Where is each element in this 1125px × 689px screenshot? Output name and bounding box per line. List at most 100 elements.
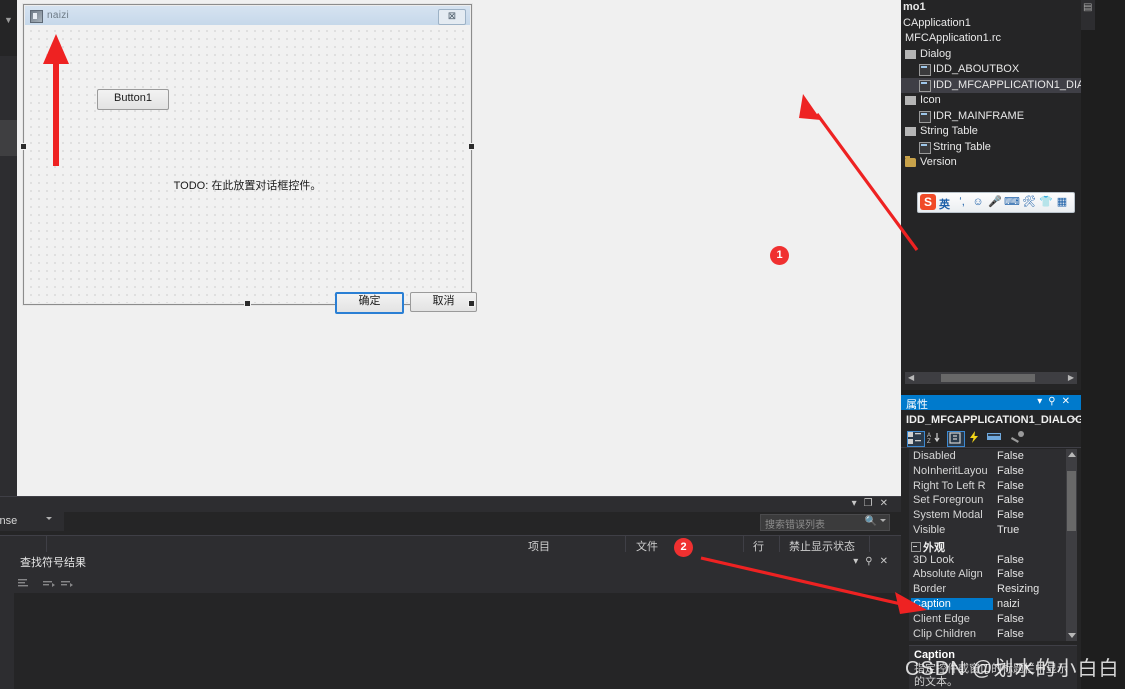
properties-toolbar[interactable]: A Z	[901, 429, 1081, 448]
property-value[interactable]: False	[997, 465, 1024, 477]
property-name[interactable]: 3D Look	[913, 554, 995, 566]
property-value[interactable]: Resizing	[997, 583, 1039, 595]
find-results-tab-row[interactable]: 查找符号结果 ▾⚲✕	[0, 552, 901, 574]
property-row[interactable]: 3D Look False	[909, 553, 1077, 568]
property-value[interactable]: False	[997, 554, 1024, 566]
sogou-logo-icon[interactable]: S	[920, 194, 936, 210]
error-list-filter-tab[interactable]: Sense	[0, 512, 64, 531]
solution-explorer-panel[interactable]: mo1 CApplication1 MFCApplication1.rc Dialog…	[901, 0, 1108, 390]
properties-object-combo[interactable]: IDD_MFCAPPLICATION1_DIALOG	[901, 412, 1084, 429]
property-name[interactable]: Set Foregroun	[913, 494, 995, 506]
tree-item-idr-mainframe[interactable]: IDR_MAINFRAME	[901, 109, 1081, 124]
dialog-todo-static-text[interactable]: TODO: 在此放置对话框控件。	[25, 177, 470, 193]
left-strip-tab[interactable]: ▼	[0, 0, 17, 56]
dialog-client-area[interactable]: Button1 TODO: 在此放置对话框控件。 确定 取消	[25, 25, 477, 314]
column-separator[interactable]	[779, 536, 780, 553]
column-separator[interactable]	[46, 536, 47, 553]
tree-item-capplication1[interactable]: CApplication1	[901, 16, 1081, 31]
find-results-window-buttons[interactable]: ▾⚲✕	[853, 556, 895, 567]
prev-result-icon[interactable]	[42, 578, 55, 589]
apps-icon[interactable]: ▦	[1056, 196, 1068, 208]
events-icon[interactable]	[967, 431, 983, 445]
property-name[interactable]: NoInheritLayou	[913, 465, 995, 477]
error-list-window-buttons[interactable]: ▾❐✕	[852, 498, 895, 509]
property-row[interactable]: Absolute Align False	[909, 567, 1077, 582]
property-row[interactable]: Right To Left R False	[909, 479, 1077, 494]
resize-handle-left[interactable]	[20, 143, 27, 150]
properties-panel[interactable]: 属性 ▾⚲✕ IDD_MFCAPPLICATION1_DIALOG A Z Di…	[901, 395, 1084, 689]
messages-icon[interactable]	[987, 431, 1003, 445]
column-separator[interactable]	[869, 536, 870, 553]
find-results-list[interactable]	[14, 593, 901, 689]
sogou-ime-toolbar[interactable]: S 英 ʻ, ☺ 🎤 ⌨ 🛠 👕 ▦	[917, 192, 1075, 213]
tree-item-mo1[interactable]: mo1	[901, 0, 1081, 15]
dialog-title-bar[interactable]: naizi ⊠	[25, 6, 470, 26]
property-row[interactable]: Clip Children False	[909, 627, 1077, 641]
dialog-close-button[interactable]: ⊠	[438, 9, 466, 25]
property-value[interactable]: False	[997, 509, 1024, 521]
property-row[interactable]: Disabled False	[909, 449, 1077, 464]
dialog-button-button1[interactable]: Button1	[97, 89, 169, 110]
scroll-down-icon[interactable]	[1068, 633, 1076, 638]
column-separator[interactable]	[743, 536, 744, 553]
property-name[interactable]: Caption	[911, 598, 993, 610]
tree-item-idd-aboutbox[interactable]: IDD_ABOUTBOX	[901, 62, 1081, 77]
resize-handle-corner[interactable]	[468, 300, 475, 307]
search-input[interactable]: 搜索错误列表	[765, 516, 825, 531]
scrollbar-thumb[interactable]	[941, 374, 1035, 382]
tree-item-string-table[interactable]: String Table	[901, 124, 1081, 139]
microphone-icon[interactable]: 🎤	[988, 196, 1002, 208]
error-list-panel[interactable]: ▾❐✕ Sense 搜索错误列表 🔍 项目 文件 行 禁止显示状态	[0, 496, 901, 554]
solution-explorer-hscrollbar[interactable]: ◀ ▶	[905, 372, 1077, 384]
property-name[interactable]: Absolute Align	[913, 568, 995, 580]
tree-item-string-table[interactable]: String Table	[901, 140, 1081, 155]
properties-window-buttons[interactable]: ▾⚲✕	[1037, 396, 1076, 407]
tree-item-icon[interactable]: Icon	[901, 93, 1081, 108]
alphabetical-icon[interactable]: A Z	[927, 431, 943, 445]
property-row[interactable]: NoInheritLayou False	[909, 464, 1077, 479]
scroll-up-icon[interactable]	[1068, 452, 1076, 457]
error-list-tab-row[interactable]: ▾❐✕	[0, 497, 901, 512]
chevron-down-icon[interactable]	[880, 519, 886, 522]
error-list-search-box[interactable]: 搜索错误列表 🔍	[760, 514, 890, 531]
toolbox-icon[interactable]: 🛠	[1022, 196, 1036, 208]
tree-item-dialog[interactable]: Dialog	[901, 47, 1081, 62]
skin-icon[interactable]: 👕	[1039, 196, 1053, 208]
property-value[interactable]: False	[997, 568, 1024, 580]
resize-handle-right[interactable]	[468, 143, 475, 150]
properties-title-bar[interactable]: 属性 ▾⚲✕	[901, 395, 1081, 411]
column-separator[interactable]	[625, 536, 626, 553]
tree-item-idd-mfcapplication1-dialog[interactable]: IDD_MFCAPPLICATION1_DIALOG	[901, 77, 1108, 93]
property-name[interactable]: Disabled	[913, 450, 995, 462]
find-results-tab[interactable]: 查找符号结果	[14, 554, 92, 573]
property-value[interactable]: False	[997, 613, 1024, 625]
find-results-toolbar[interactable]	[14, 574, 901, 593]
find-results-panel[interactable]: 查找符号结果 ▾⚲✕	[0, 552, 901, 689]
property-row[interactable]: Caption naizi	[909, 597, 1077, 612]
property-value[interactable]: False	[997, 480, 1024, 492]
property-value[interactable]: False	[997, 450, 1024, 462]
dialog-preview[interactable]: naizi ⊠ Button1 TODO: 在此放置对话框控件。 确定 取消	[23, 4, 477, 314]
chevron-down-icon[interactable]	[46, 517, 52, 520]
property-value[interactable]: False	[997, 628, 1024, 640]
property-row[interactable]: Set Foregroun False	[909, 493, 1077, 508]
property-name[interactable]: Border	[913, 583, 995, 595]
dialog-button-ok[interactable]: 确定	[335, 292, 404, 314]
categorized-icon[interactable]	[907, 431, 925, 447]
keyboard-icon[interactable]: ⌨	[1004, 196, 1020, 208]
property-name[interactable]: Clip Children	[913, 628, 995, 640]
property-name[interactable]: 外观	[923, 539, 1005, 553]
ime-mode-label[interactable]: 英	[939, 196, 950, 212]
list-icon[interactable]	[18, 578, 31, 589]
punctuation-icon[interactable]: ʻ,	[956, 196, 968, 208]
right-tool-strip[interactable]: ▤	[1081, 0, 1125, 689]
property-pages-icon[interactable]	[1010, 431, 1027, 445]
properties-grid[interactable]: Disabled False NoInheritLayou False Right To…	[909, 449, 1077, 641]
scroll-right-icon[interactable]: ▶	[1068, 374, 1074, 382]
property-name[interactable]: System Modal	[913, 509, 995, 521]
design-canvas[interactable]: naizi ⊠ Button1 TODO: 在此放置对话框控件。 确定 取消	[17, 0, 901, 496]
right-strip-tab[interactable]: ▤	[1081, 0, 1095, 30]
search-icon[interactable]: 🔍	[865, 516, 877, 527]
property-row[interactable]: Visible True	[909, 523, 1077, 538]
property-name[interactable]: Visible	[913, 524, 995, 536]
